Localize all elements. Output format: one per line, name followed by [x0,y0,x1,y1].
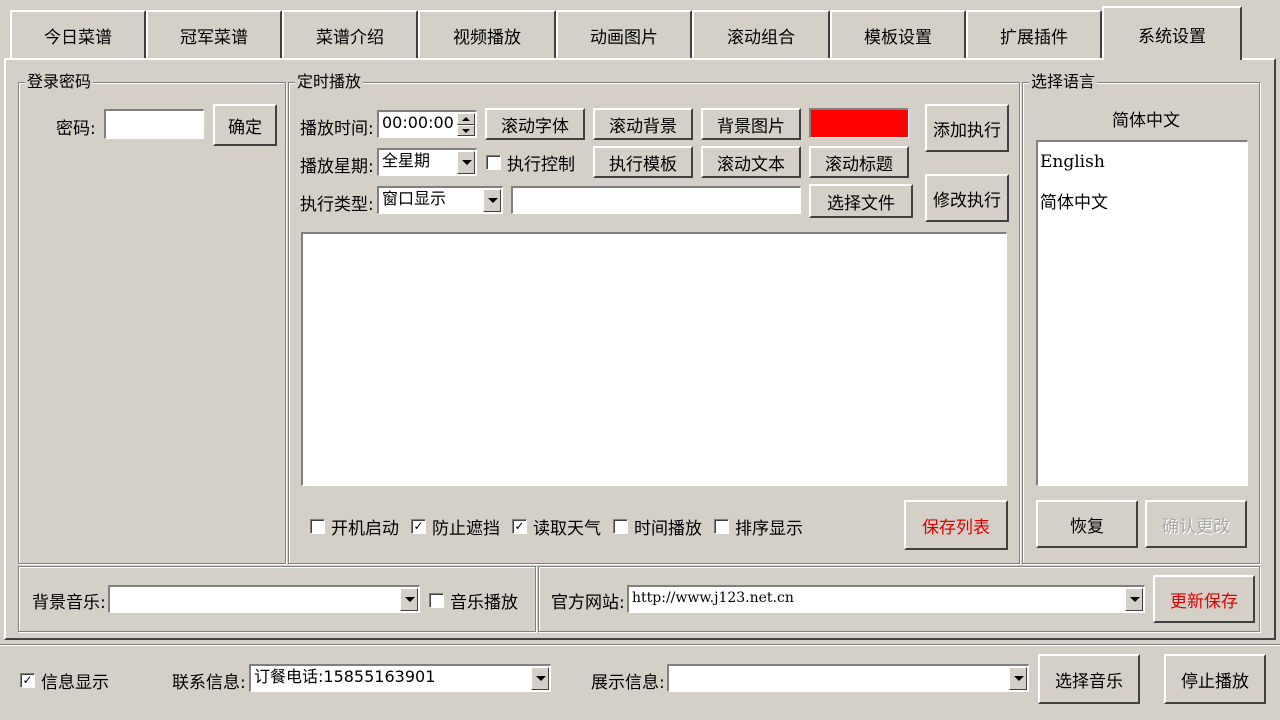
option-sort-display-checkbox[interactable]: 排序显示 [714,514,803,539]
checkbox-box: ✓ [20,673,35,688]
contact-label: 联系信息: [172,673,246,693]
tab-champion-menu[interactable]: 冠军菜谱 [146,10,282,58]
chevron-down-icon[interactable] [483,189,501,212]
play-time-value: 00:00:00 [382,113,454,132]
checkbox-box: ✓ [512,519,527,534]
tab-video-play[interactable]: 视频播放 [418,10,556,58]
file-path-input[interactable] [511,186,801,214]
tab-animated-images[interactable]: 动画图片 [556,10,692,58]
confirm-password-button[interactable]: 确定 [213,104,277,146]
play-time-spinner[interactable]: 00:00:00 [377,110,477,138]
exec-type-value: 窗口显示 [382,189,447,208]
exec-control-label: 执行控制 [507,155,575,175]
schedule-list[interactable] [301,232,1007,486]
checkbox-box [310,519,325,534]
login-group-title: 登录密码 [25,72,94,92]
tab-template-settings[interactable]: 模板设置 [830,10,966,58]
display-info-select[interactable] [667,664,1029,692]
scroll-font-button[interactable]: 滚动字体 [485,108,585,140]
exec-template-button[interactable]: 执行模板 [593,146,693,178]
footer-separator [0,644,1280,646]
website-select[interactable]: http://www.j123.net.cn [627,585,1145,613]
language-item-english[interactable]: English [1040,152,1105,172]
contact-select[interactable]: 订餐电话:15855163901 [249,664,551,692]
tab-today-menu[interactable]: 今日菜谱 [10,10,146,58]
language-group-title: 选择语言 [1029,72,1098,92]
login-password-group: 登录密码 [18,72,286,564]
checkbox-box: ✓ [411,519,426,534]
time-spin-buttons[interactable] [457,113,475,136]
option-label: 开机启动 [331,519,399,539]
chevron-down-icon[interactable] [400,588,418,611]
tab-extensions[interactable]: 扩展插件 [966,10,1102,58]
stop-play-button[interactable]: 停止播放 [1164,654,1266,704]
option-label: 排序显示 [735,519,803,539]
chevron-down-icon[interactable] [1009,667,1027,690]
website-label: 官方网站: [551,593,625,613]
background-image-button[interactable]: 背景图片 [701,108,801,140]
modify-exec-button[interactable]: 修改执行 [925,174,1009,222]
scroll-title-button[interactable]: 滚动标题 [809,146,909,178]
scroll-background-button[interactable]: 滚动背景 [593,108,693,140]
info-display-label: 信息显示 [41,673,109,693]
option-label: 时间播放 [634,519,702,539]
select-music-button[interactable]: 选择音乐 [1038,654,1140,704]
exec-type-label: 执行类型: [300,195,374,215]
confirm-change-button[interactable]: 确认更改 [1145,500,1247,548]
info-display-checkbox[interactable]: ✓ 信息显示 [20,668,109,693]
tab-system-settings[interactable]: 系统设置 [1102,6,1242,60]
language-item-simplified-chinese[interactable]: 简体中文 [1040,188,1108,213]
option-label: 防止遮挡 [432,519,500,539]
option-time-play-checkbox[interactable]: 时间播放 [613,514,702,539]
chevron-down-icon[interactable] [1125,588,1143,611]
play-weekday-value: 全星期 [382,151,431,170]
music-play-checkbox[interactable]: 音乐播放 [429,588,518,613]
spin-up-icon[interactable] [457,113,475,125]
schedule-group-title: 定时播放 [295,72,364,92]
bg-music-select[interactable] [108,585,420,613]
music-play-label: 音乐播放 [450,593,518,613]
tab-scroll-combo[interactable]: 滚动组合 [692,10,830,58]
save-list-button[interactable]: 保存列表 [904,500,1008,550]
play-weekday-label: 播放星期: [300,157,374,177]
play-time-label: 播放时间: [300,119,374,139]
current-language: 简体中文 [1112,111,1180,131]
update-save-button[interactable]: 更新保存 [1153,575,1255,623]
password-label: 密码: [56,119,96,139]
checkbox-box [429,593,444,608]
play-weekday-select[interactable]: 全星期 [377,148,477,176]
chevron-down-icon[interactable] [457,151,475,174]
select-file-button[interactable]: 选择文件 [809,184,913,218]
checkbox-box [486,155,501,170]
checkbox-box [613,519,628,534]
website-value: http://www.j123.net.cn [632,590,794,606]
option-read-weather-checkbox[interactable]: ✓ 读取天气 [512,514,601,539]
chevron-down-icon[interactable] [531,667,549,690]
spin-down-icon[interactable] [457,124,475,136]
option-startup-checkbox[interactable]: 开机启动 [310,514,399,539]
bg-music-label: 背景音乐: [32,593,106,613]
restore-button[interactable]: 恢复 [1036,500,1138,548]
color-swatch[interactable] [809,108,909,138]
contact-value: 订餐电话:15855163901 [254,667,436,686]
checkbox-box [714,519,729,534]
add-exec-button[interactable]: 添加执行 [925,104,1009,152]
password-input[interactable] [104,109,204,139]
exec-control-checkbox[interactable]: 执行控制 [486,150,575,175]
display-info-label: 展示信息: [591,673,665,693]
tab-menu-intro[interactable]: 菜谱介绍 [282,10,418,58]
option-prevent-occlusion-checkbox[interactable]: ✓ 防止遮挡 [411,514,500,539]
language-list[interactable]: English 简体中文 [1036,140,1248,486]
scroll-text-button[interactable]: 滚动文本 [701,146,801,178]
option-label: 读取天气 [533,519,601,539]
exec-type-select[interactable]: 窗口显示 [377,186,503,214]
